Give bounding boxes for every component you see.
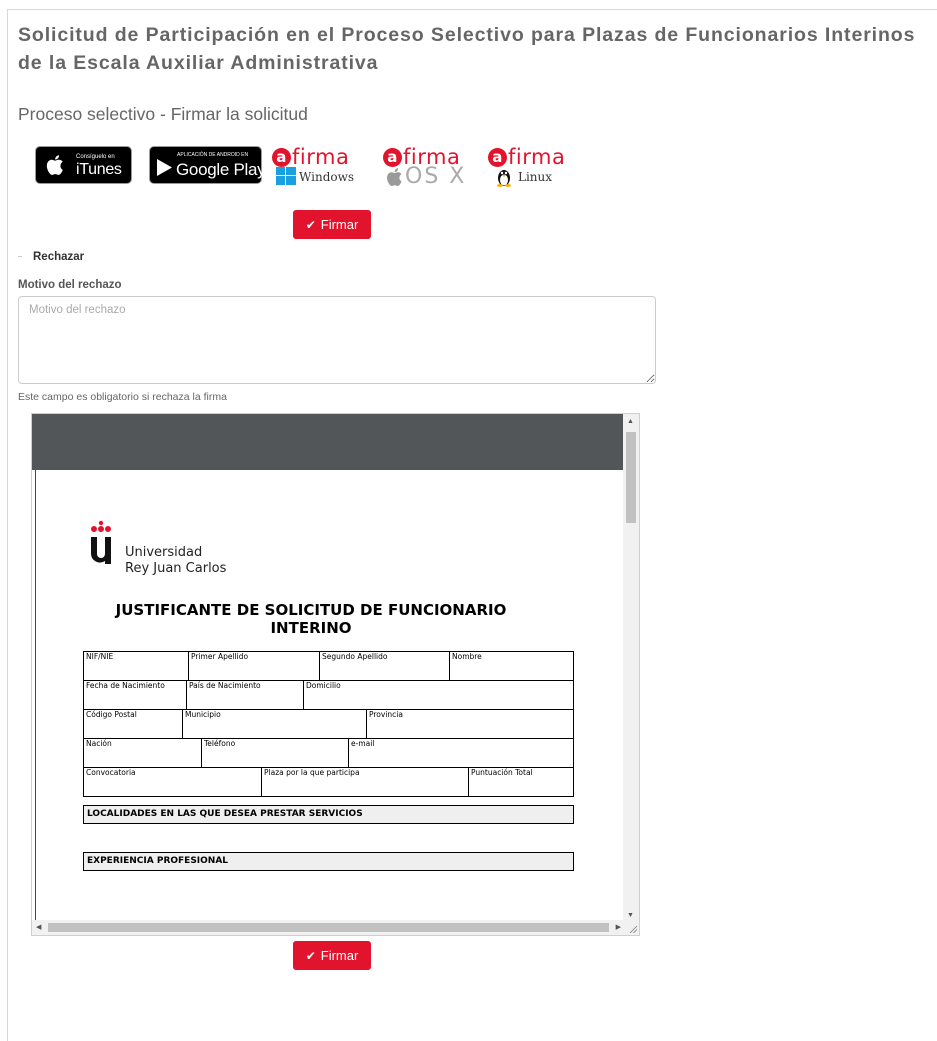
- firmar-button-label: Firmar: [320, 948, 359, 963]
- afirma-windows-link[interactable]: a firma Windows: [272, 146, 368, 190]
- scroll-up-icon[interactable]: ▲: [627, 418, 634, 425]
- pdf-viewer[interactable]: Universidad Rey Juan Carlos JUSTIFICANTE…: [31, 413, 640, 936]
- org-name-line2: Rey Juan Carlos: [125, 561, 227, 576]
- form-cell: Domicilio: [303, 680, 574, 710]
- rechazar-toggle[interactable]: Rechazar: [18, 251, 84, 263]
- horizontal-scrollbar[interactable]: ◀ ▶: [32, 920, 625, 935]
- apple-icon: [46, 155, 63, 175]
- scroll-down-icon[interactable]: ▼: [627, 912, 634, 919]
- motivo-help-text: Este campo es obligatorio si rechaza la …: [18, 391, 227, 403]
- check-icon: ✔: [305, 948, 316, 963]
- vertical-scroll-thumb[interactable]: [626, 432, 636, 523]
- resize-grip-icon: [630, 926, 637, 933]
- afirma-logo: a firma: [488, 146, 565, 168]
- afirma-osx-label: OS X: [405, 164, 467, 189]
- form-cell: Convocatoria: [83, 767, 262, 797]
- bullet-icon: [18, 256, 22, 258]
- firmar-button[interactable]: ✔ Firmar: [293, 210, 371, 239]
- google-play-badge[interactable]: APLICACIÓN DE ANDROID EN Google Play: [149, 146, 266, 184]
- horizontal-scroll-thumb[interactable]: [48, 923, 609, 932]
- form-row-3: Código Postal Municipio Provincia: [83, 709, 574, 739]
- pdf-page: Universidad Rey Juan Carlos JUSTIFICANTE…: [35, 470, 624, 922]
- section-experiencia: EXPERIENCIA PROFESIONAL: [83, 852, 574, 871]
- firmar-button-bottom[interactable]: ✔ Firmar: [293, 941, 371, 970]
- scroll-left-icon[interactable]: ◀: [36, 923, 41, 931]
- scroll-right-icon[interactable]: ▶: [616, 923, 621, 931]
- form-cell: Primer Apellido: [188, 651, 320, 681]
- form-cell: Puntuación Total: [468, 767, 574, 797]
- resize-handle[interactable]: [623, 920, 639, 935]
- motivo-label: Motivo del rechazo: [18, 279, 122, 291]
- rechazar-label: Rechazar: [33, 251, 85, 263]
- form-cell: Municipio: [182, 709, 367, 739]
- form-cell: e-mail: [348, 738, 574, 768]
- form-cell: País de Nacimiento: [186, 680, 304, 710]
- page-title: Solicitud de Participación en el Proceso…: [18, 24, 916, 74]
- afirma-linux-link[interactable]: a firma Linux: [488, 146, 584, 190]
- itunes-badge[interactable]: Consíguelo en iTunes: [35, 146, 132, 184]
- form-cell: Provincia: [366, 709, 574, 739]
- form-cell: Fecha de Nacimiento: [83, 680, 187, 710]
- form-row-4: Nación Teléfono e-mail: [83, 738, 574, 768]
- section-localidades: LOCALIDADES EN LAS QUE DESEA PRESTAR SER…: [83, 805, 574, 824]
- form-cell: Segundo Apellido: [319, 651, 450, 681]
- afirma-logo: a firma: [272, 146, 349, 168]
- check-icon: ✔: [305, 217, 316, 232]
- firmar-button-label: Firmar: [320, 217, 359, 232]
- itunes-badge-label: iTunes: [76, 161, 122, 178]
- form-cell: Nación: [83, 738, 202, 768]
- windows-icon: [276, 167, 296, 185]
- form-cell: Código Postal: [83, 709, 183, 739]
- pdf-toolbar: [32, 414, 625, 470]
- play-triangle-icon: [157, 159, 172, 176]
- google-play-badge-label: Google Play: [176, 160, 266, 179]
- apple-icon: [387, 168, 402, 187]
- form-cell: Plaza por la que participa: [261, 767, 469, 797]
- form-row-5: Convocatoria Plaza por la que participa …: [83, 767, 574, 797]
- tux-icon: [497, 170, 511, 187]
- form-cell: Nombre: [449, 651, 574, 681]
- page-subtitle: Proceso selectivo - Firmar la solicitud: [18, 104, 308, 124]
- motivo-rechazo-field[interactable]: [18, 296, 656, 384]
- vertical-scrollbar[interactable]: ▲ ▼: [623, 414, 639, 922]
- document-title: JUSTIFICANTE DE SOLICITUD DE FUNCIONARIO…: [115, 601, 507, 637]
- afirma-windows-label: Windows: [299, 170, 355, 184]
- form-cell: Teléfono: [201, 738, 349, 768]
- itunes-badge-caption: Consíguelo en: [76, 154, 115, 160]
- google-play-badge-caption: APLICACIÓN DE ANDROID EN: [177, 152, 249, 158]
- form-row-2: Fecha de Nacimiento País de Nacimiento D…: [83, 680, 574, 710]
- afirma-osx-link[interactable]: a firma OS X: [383, 146, 479, 190]
- form-row-1: NIF/NIE Primer Apellido Segundo Apellido…: [83, 651, 574, 681]
- org-name-line1: Universidad: [125, 545, 203, 560]
- org-name: Universidad Rey Juan Carlos: [125, 545, 226, 577]
- afirma-linux-label: Linux: [518, 170, 553, 184]
- urjc-logo: [91, 520, 111, 564]
- form-cell: NIF/NIE: [83, 651, 189, 681]
